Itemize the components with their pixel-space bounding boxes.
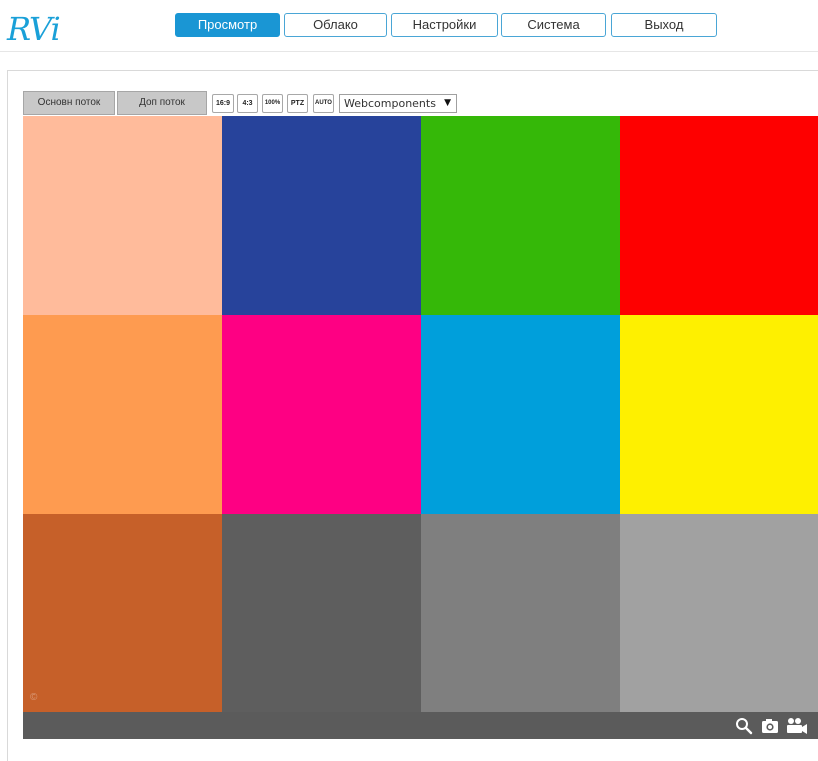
- main-stream-button[interactable]: Основн поток: [23, 91, 115, 115]
- video-control-bar: [23, 712, 818, 739]
- player-select-value: Webcomponents: [344, 97, 436, 110]
- color-cell: [620, 315, 818, 514]
- color-cell: [421, 514, 620, 713]
- nav-view-button[interactable]: Просмотр: [175, 13, 280, 37]
- color-cell: [620, 116, 818, 315]
- rvi-logo: RVi: [7, 10, 61, 48]
- color-cell: [421, 116, 620, 315]
- ratio-16-9-button[interactable]: 16:9: [212, 94, 234, 113]
- chevron-down-icon: ▼: [444, 98, 451, 108]
- zoom-100-button[interactable]: 100%: [262, 94, 283, 113]
- color-cell: [222, 116, 421, 315]
- search-icon[interactable]: [734, 716, 754, 736]
- camera-icon[interactable]: [760, 716, 780, 736]
- header-divider: [0, 51, 818, 52]
- color-cell: [23, 116, 222, 315]
- color-cell: [620, 514, 818, 713]
- color-cell: [222, 514, 421, 713]
- nav-settings-button[interactable]: Настройки: [391, 13, 498, 37]
- nav-exit-button[interactable]: Выход: [611, 13, 717, 37]
- nav-system-button[interactable]: Система: [501, 13, 606, 37]
- player-select[interactable]: Webcomponents ▼: [339, 94, 457, 113]
- video-record-icon[interactable]: [785, 716, 809, 736]
- auto-button[interactable]: AUTO: [313, 94, 334, 113]
- ptz-button[interactable]: PTZ: [287, 94, 308, 113]
- color-cell: [222, 315, 421, 514]
- sub-stream-button[interactable]: Доп поток: [117, 91, 207, 115]
- color-cell: [421, 315, 620, 514]
- video-watermark: ©: [30, 692, 38, 703]
- color-cell: [23, 315, 222, 514]
- nav-cloud-button[interactable]: Облако: [284, 13, 387, 37]
- video-view[interactable]: ©: [23, 116, 818, 713]
- color-cell: [23, 514, 222, 713]
- ratio-4-3-button[interactable]: 4:3: [237, 94, 258, 113]
